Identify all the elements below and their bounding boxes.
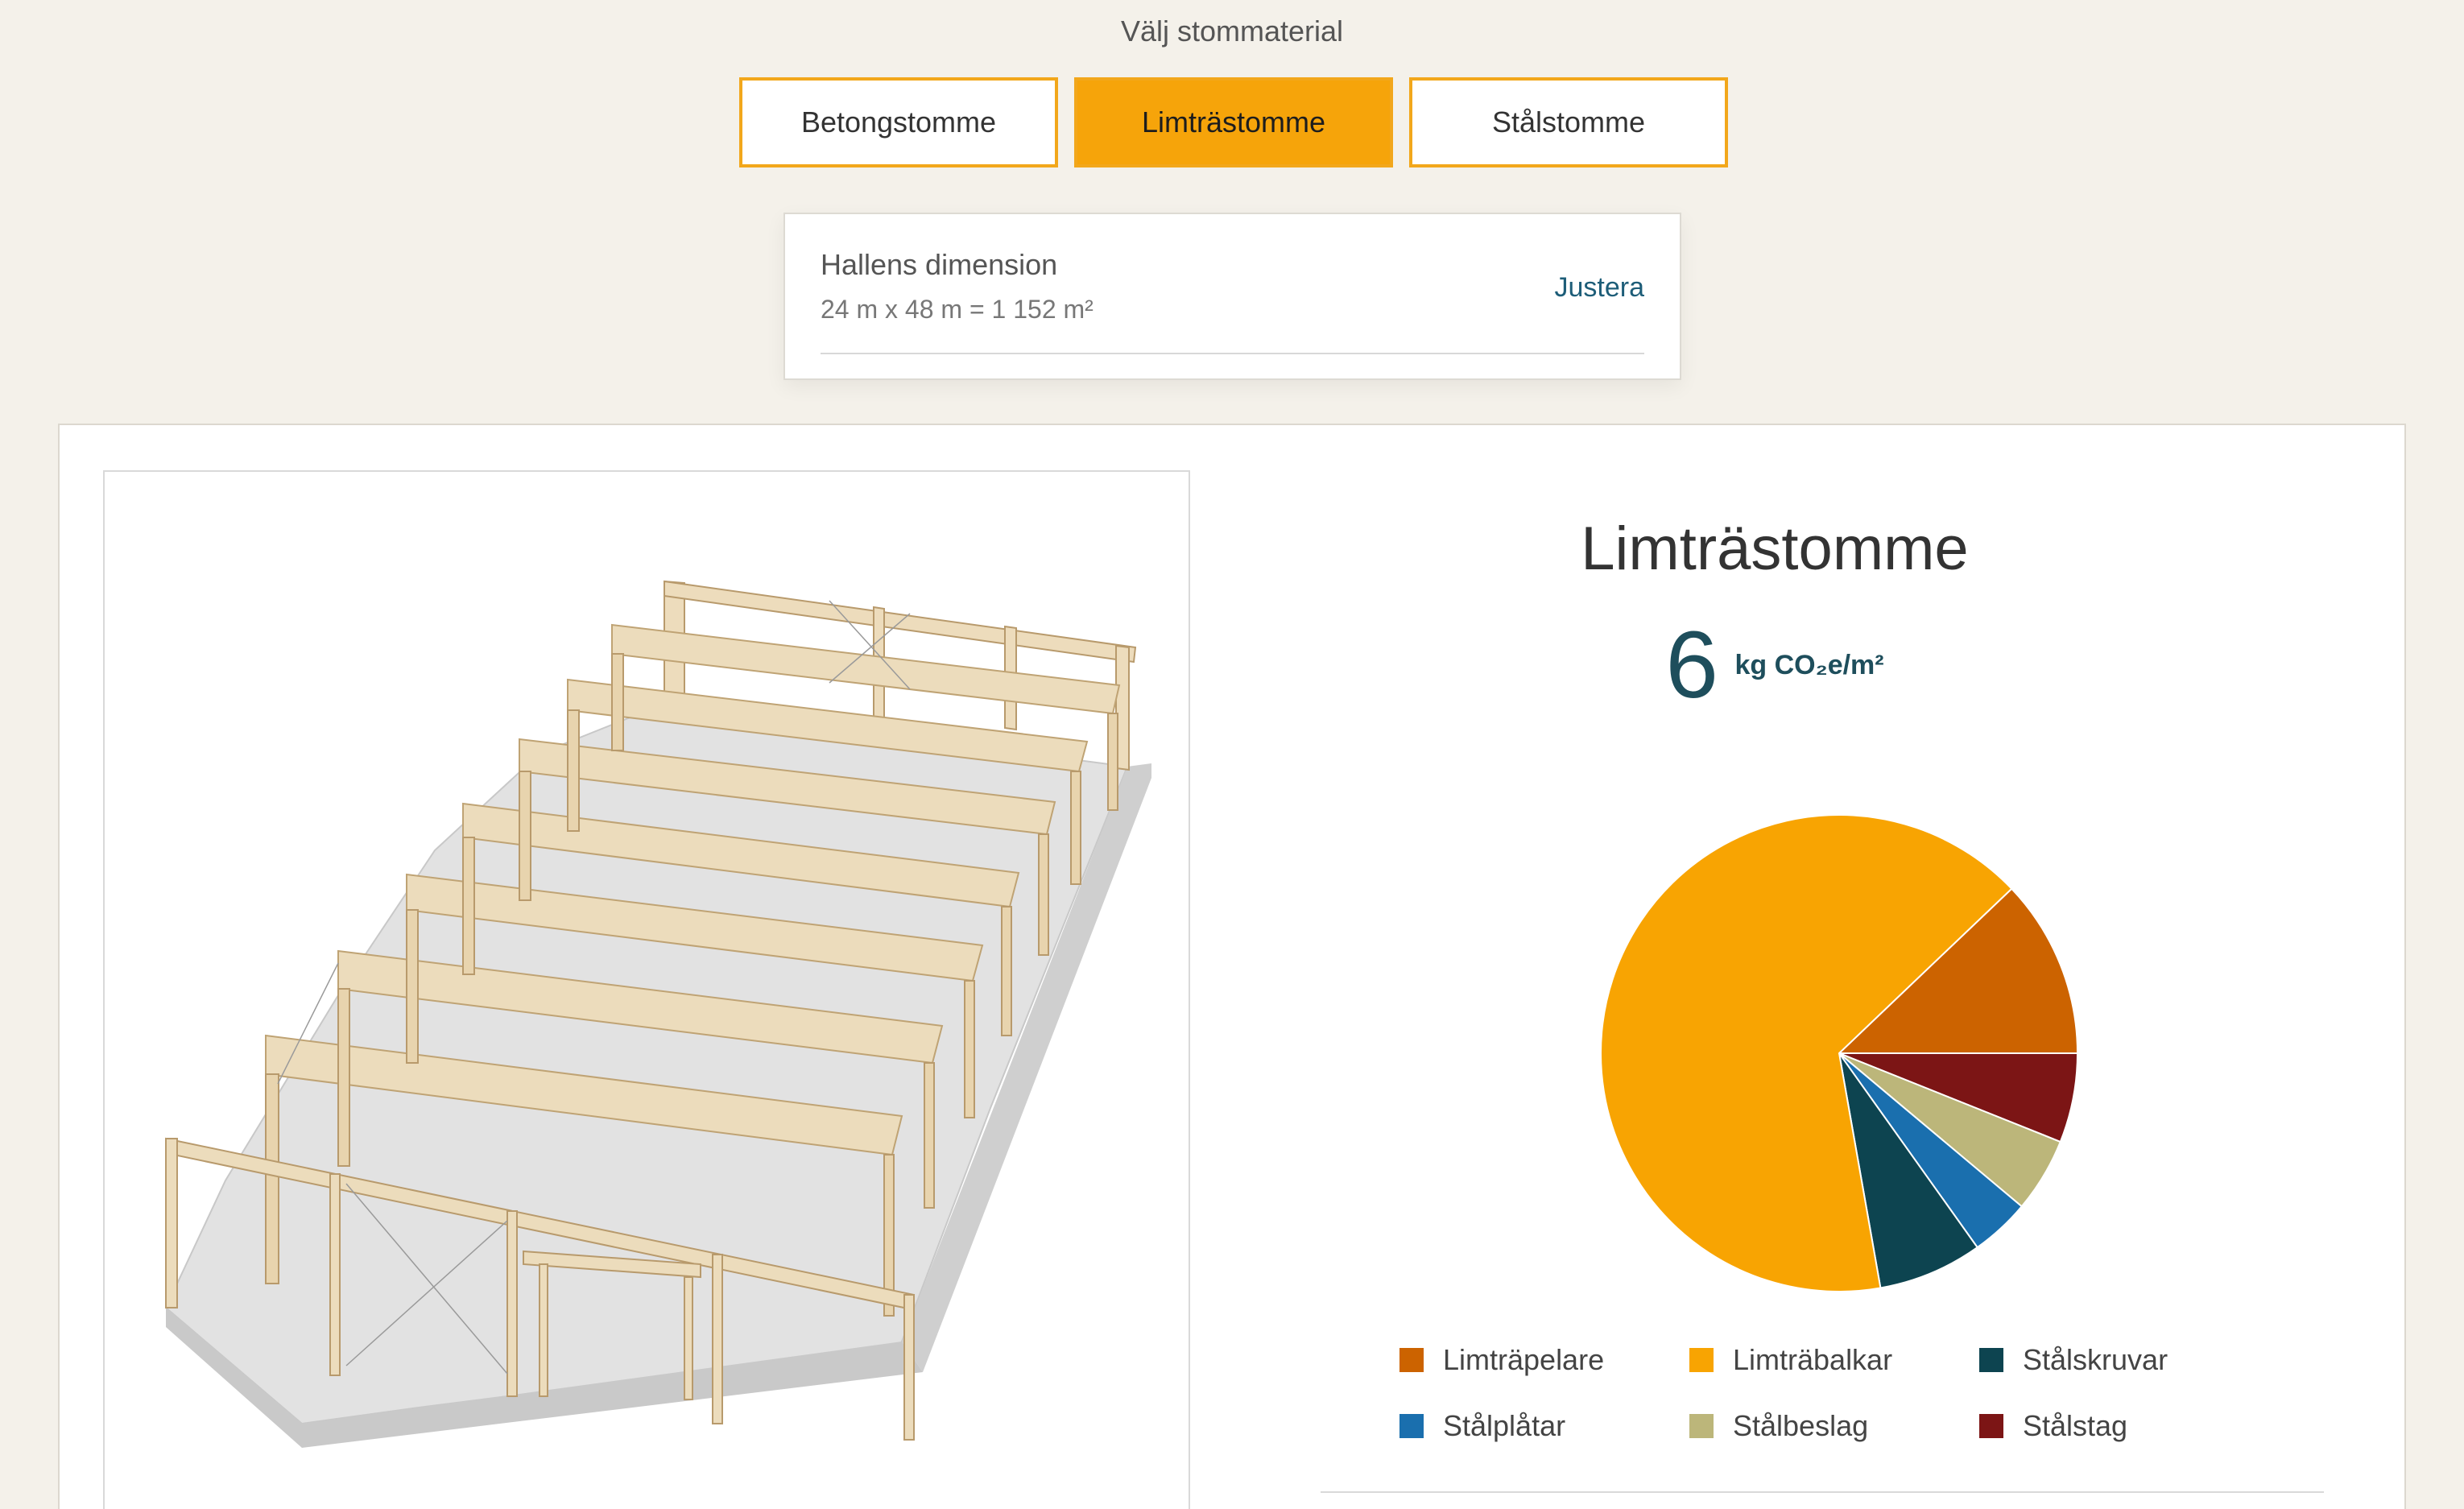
legend-swatch — [1689, 1414, 1714, 1438]
pie-svg — [1600, 814, 2079, 1292]
tab-betongstomme[interactable]: Betongstomme — [739, 77, 1058, 167]
chart-legend: Limträpelare Limträbalkar Stålskruvar St… — [1399, 1343, 2205, 1443]
legend-item-stalbeslag: Stålbeslag — [1689, 1409, 1979, 1443]
co2-unit: kg CO₂e/m² — [1734, 649, 1884, 680]
legend-swatch — [1399, 1348, 1424, 1372]
legend-item-stalskruvar: Stålskruvar — [1979, 1343, 2205, 1377]
legend-label: Stålbeslag — [1733, 1409, 1869, 1442]
legend-label: Stålstag — [2023, 1409, 2128, 1442]
legend-label: Stålskruvar — [2023, 1343, 2168, 1376]
material-select-label: Välj stommaterial — [1120, 14, 1344, 48]
co2-figure: 6 kg CO₂e/m² — [1235, 610, 2314, 720]
legend-item-stalstag: Stålstag — [1979, 1409, 2205, 1443]
glulam-frame-illustration — [164, 580, 1151, 1448]
adjust-link[interactable]: Justera — [1555, 272, 1645, 304]
dimension-title: Hallens dimension — [821, 248, 1058, 281]
legend-swatch — [1979, 1414, 2003, 1438]
frame-illustration — [103, 470, 1190, 1509]
dimension-value: 24 m x 48 m = 1 152 m² — [821, 295, 1094, 324]
dimension-divider — [821, 353, 1644, 354]
legend-swatch — [1979, 1348, 2003, 1372]
result-title: Limträstomme — [1581, 515, 1969, 583]
tab-limtrastomme[interactable]: Limträstomme — [1074, 77, 1393, 167]
legend-item-limtrabalkar: Limträbalkar — [1689, 1343, 1979, 1377]
legend-swatch — [1399, 1414, 1424, 1438]
legend-label: Limträpelare — [1443, 1343, 1605, 1376]
result-panel: Limträstomme 6 kg CO₂e/m² Limträpelare L… — [58, 424, 2406, 1509]
legend-swatch — [1689, 1348, 1714, 1372]
co2-value: 6 — [1665, 612, 1719, 718]
material-tabs: Betongstomme Limträstomme Stålstomme — [739, 77, 1728, 167]
legend-divider — [1321, 1491, 2324, 1493]
legend-label: Stålplåtar — [1443, 1409, 1566, 1442]
legend-item-limtrapelare: Limträpelare — [1399, 1343, 1689, 1377]
pie-chart — [1590, 804, 2089, 1307]
legend-item-stalplatar: Stålplåtar — [1399, 1409, 1689, 1443]
tab-stalstomme[interactable]: Stålstomme — [1409, 77, 1728, 167]
hall-dimension-card: Hallens dimension 24 m x 48 m = 1 152 m²… — [783, 213, 1681, 380]
legend-label: Limträbalkar — [1733, 1343, 1893, 1376]
